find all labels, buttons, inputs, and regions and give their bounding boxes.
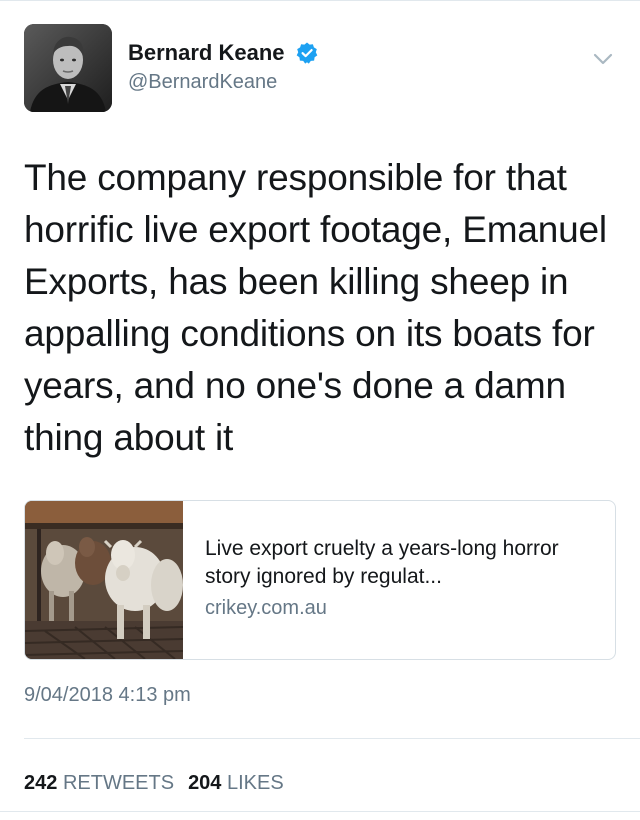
author-block: Bernard Keane @BernardKeane [128, 40, 319, 94]
engagement-stats: 242 RETWEETS 204 LIKES [24, 772, 284, 795]
display-name[interactable]: Bernard Keane [128, 40, 285, 66]
bottom-divider [0, 811, 640, 812]
handle[interactable]: @BernardKeane [128, 70, 319, 94]
card-domain: crikey.com.au [205, 597, 327, 619]
card-thumbnail [25, 501, 184, 659]
chevron-down-icon[interactable] [590, 46, 616, 72]
verified-badge-icon [295, 41, 319, 65]
link-card[interactable]: Live export cruelty a years-long horror … [24, 500, 616, 660]
top-divider [0, 0, 640, 1]
tweet-header: Bernard Keane @BernardKeane [24, 24, 616, 114]
stats-divider [24, 738, 640, 739]
retweets-label: RETWEETS [62, 772, 175, 794]
card-body: Live export cruelty a years-long horror … [205, 535, 605, 621]
avatar[interactable] [24, 24, 112, 112]
retweets-stat[interactable]: 242 RETWEETS [24, 772, 174, 794]
card-title[interactable]: Live export cruelty a years-long horror … [205, 535, 605, 591]
tweet-container: Bernard Keane @BernardKeane The company … [0, 0, 640, 820]
likes-label: LIKES [227, 772, 284, 794]
likes-stat[interactable]: 204 LIKES [188, 772, 284, 794]
retweets-count: 242 [24, 772, 58, 794]
tweet-text: The company responsible for that horrifi… [24, 157, 607, 458]
tweet-timestamp[interactable]: 9/04/2018 4:13 pm [24, 684, 191, 707]
likes-count: 204 [188, 772, 222, 794]
